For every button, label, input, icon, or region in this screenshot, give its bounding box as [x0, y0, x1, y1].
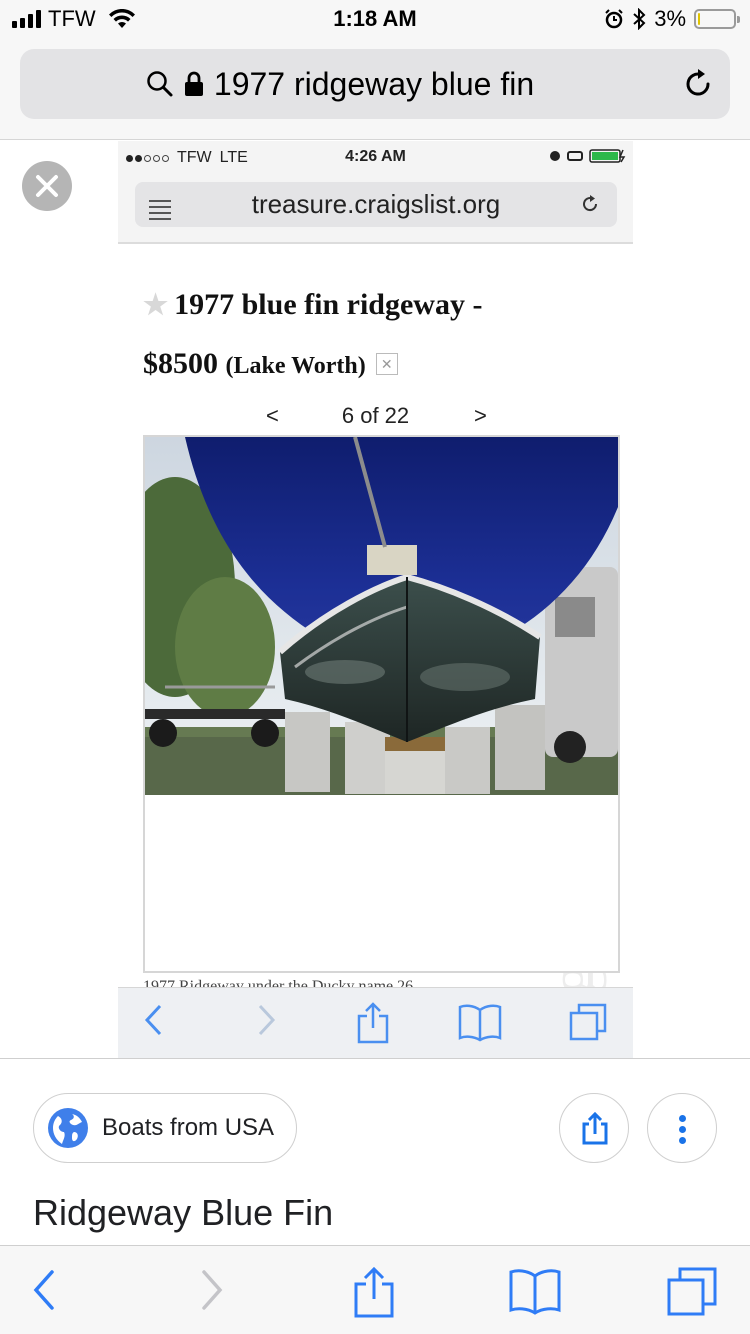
image-back-icon	[144, 1004, 162, 1036]
image-toolbar	[118, 987, 633, 1059]
forward-icon[interactable]	[198, 1266, 226, 1314]
image-bookmarks-icon	[458, 1004, 502, 1042]
browser-toolbar	[0, 1245, 750, 1334]
divider	[0, 1058, 750, 1059]
image-address-bar: treasure.craigslist.org	[118, 174, 633, 244]
pager-next: >	[474, 403, 487, 428]
close-button[interactable]	[22, 161, 72, 211]
listing-title-text: 1977 blue fin ridgeway -	[174, 288, 483, 321]
close-icon	[36, 175, 58, 197]
source-name: Boats from USA	[102, 1114, 275, 1141]
tabs-icon[interactable]	[666, 1266, 718, 1318]
listing-price: $8500	[143, 347, 218, 380]
lock-icon	[184, 71, 203, 96]
bluetooth-icon	[633, 8, 646, 30]
image-status-bar: TFW LTE 4:26 AM	[118, 141, 633, 174]
status-bar: TFW 1:18 AM 3%	[0, 0, 750, 40]
address-bar-container: 1977 ridgeway blue fin	[0, 40, 750, 140]
image-pager: < 6 of 22 >	[118, 399, 633, 433]
image-reload-icon	[583, 195, 598, 212]
bookmarks-icon[interactable]	[508, 1266, 562, 1316]
image-alarm-icon	[550, 151, 560, 161]
boat-photo	[145, 437, 618, 795]
more-vert-icon	[679, 1115, 686, 1122]
source-chip[interactable]: Boats from USA	[33, 1093, 297, 1163]
share-button[interactable]	[559, 1093, 629, 1163]
favorite-star-icon: ★	[143, 290, 169, 321]
pager-count: 6 of 22	[341, 403, 410, 428]
image-share-icon	[357, 1002, 389, 1044]
globe-icon	[48, 1108, 88, 1148]
battery-fill	[698, 13, 700, 25]
battery-icon	[694, 9, 740, 29]
reload-icon[interactable]	[680, 66, 716, 102]
alarm-icon	[605, 9, 623, 29]
image-url: treasure.craigslist.org	[251, 189, 501, 219]
image-screen-lock-icon	[567, 151, 583, 161]
result-image[interactable]: TFW LTE 4:26 AM treasure.craigslist.org …	[118, 141, 633, 1059]
image-tabs-icon	[569, 1003, 607, 1041]
listing-location: (Lake Worth)	[225, 353, 366, 379]
share-icon[interactable]	[352, 1266, 396, 1320]
search-icon	[147, 71, 173, 97]
address-text: 1977 ridgeway blue fin	[213, 65, 535, 102]
result-title[interactable]: Ridgeway Blue Fin	[33, 1192, 333, 1234]
listing-photo-frame	[143, 435, 620, 973]
battery-percent: 3%	[654, 6, 686, 31]
image-forward-icon	[258, 1004, 276, 1036]
hide-listing-icon: ✕	[375, 353, 398, 375]
listing-title: ★ 1977 blue fin ridgeway - $8500 (Lake Wo…	[143, 276, 613, 395]
image-battery-icon	[589, 149, 626, 163]
listing-caption-cut: 1977 Ridgeway under the Ducky name 26	[143, 979, 613, 987]
reader-icon	[149, 196, 171, 224]
address-bar[interactable]: 1977 ridgeway blue fin	[20, 49, 730, 119]
more-options-button[interactable]	[647, 1093, 717, 1163]
share-icon	[582, 1111, 608, 1145]
back-icon[interactable]	[30, 1266, 58, 1314]
